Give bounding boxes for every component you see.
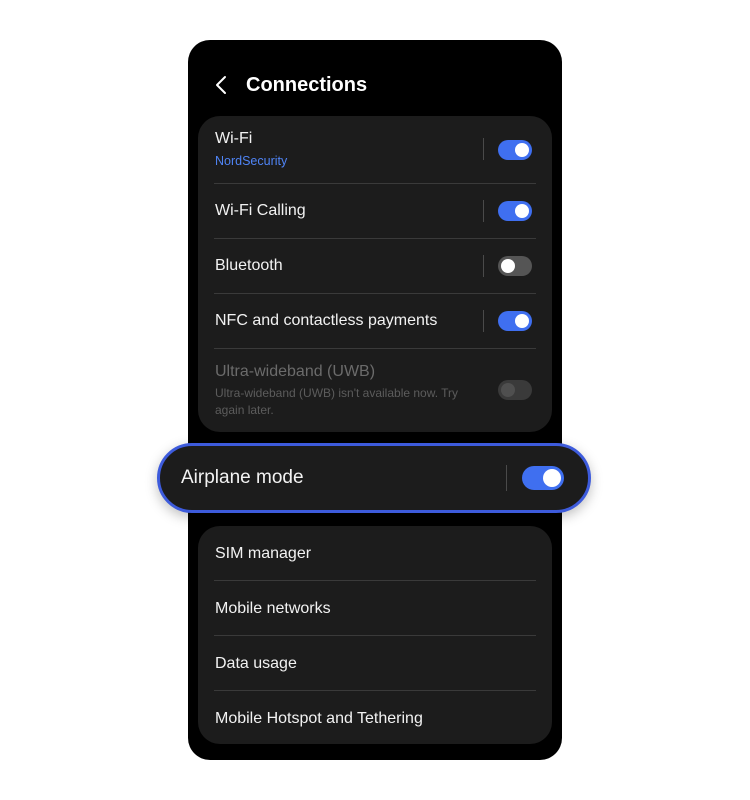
toggle-knob (515, 204, 529, 218)
wifi-calling-toggle[interactable] (498, 201, 532, 221)
toggle-knob (501, 383, 515, 397)
mobile-networks-row: Mobile networks (214, 581, 536, 636)
data-usage-row[interactable]: Data usage (214, 636, 536, 691)
airplane-mode-label: Airplane mode (181, 467, 304, 488)
bluetooth-row[interactable]: Bluetooth (214, 239, 536, 294)
airplane-mode-row[interactable]: Airplane mode (157, 443, 591, 513)
row-divider (483, 255, 484, 277)
uwb-toggle (498, 380, 532, 400)
data-usage-label: Data usage (215, 655, 297, 672)
phone-screen: Connections Wi-Fi NordSecurity Wi-Fi Cal… (188, 40, 562, 760)
bluetooth-toggle[interactable] (498, 256, 532, 276)
row-divider (483, 200, 484, 222)
nfc-label: NFC and contactless payments (215, 312, 438, 329)
toggle-knob (501, 259, 515, 273)
toggle-knob (515, 143, 529, 157)
sim-manager-row[interactable]: SIM manager (214, 526, 536, 581)
mobile-networks-label: Mobile networks (215, 600, 331, 617)
row-divider (483, 310, 484, 332)
toggle-knob (515, 314, 529, 328)
more-settings-card: SIM manager Mobile networks Data usage M… (198, 526, 552, 744)
wifi-row[interactable]: Wi-Fi NordSecurity (214, 116, 536, 184)
page-title: Connections (246, 74, 368, 96)
wifi-label: Wi-Fi (215, 130, 253, 147)
uwb-description: Ultra-wideband (UWB) isn't available now… (215, 386, 459, 417)
airplane-mode-toggle[interactable] (522, 466, 564, 490)
row-divider (506, 465, 507, 491)
chevron-left-icon (216, 76, 226, 94)
hotspot-row[interactable]: Mobile Hotspot and Tethering (214, 691, 536, 744)
bluetooth-label: Bluetooth (215, 257, 283, 274)
wifi-calling-row[interactable]: Wi-Fi Calling (214, 184, 536, 239)
back-button[interactable] (210, 72, 232, 98)
hotspot-label: Mobile Hotspot and Tethering (215, 710, 423, 727)
sim-manager-label: SIM manager (215, 545, 312, 562)
nfc-toggle[interactable] (498, 311, 532, 331)
row-divider (483, 138, 484, 160)
connections-card: Wi-Fi NordSecurity Wi-Fi Calling Bluetoo… (198, 116, 552, 432)
nfc-row[interactable]: NFC and contactless payments (214, 294, 536, 349)
wifi-toggle[interactable] (498, 140, 532, 160)
toggle-knob (543, 469, 561, 487)
wifi-calling-label: Wi-Fi Calling (215, 202, 306, 219)
uwb-label: Ultra-wideband (UWB) (215, 363, 376, 380)
wifi-network-name: NordSecurity (215, 154, 288, 168)
uwb-row: Ultra-wideband (UWB) Ultra-wideband (UWB… (214, 349, 536, 429)
